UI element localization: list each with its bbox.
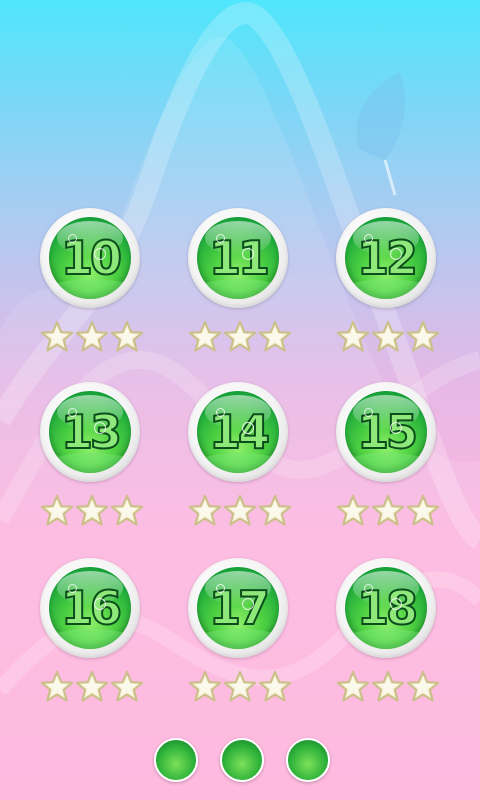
level-button-18[interactable]: 18: [336, 558, 436, 658]
star-icon: [188, 670, 222, 704]
level-number: 16: [60, 580, 123, 636]
bubble-decoration: [364, 584, 373, 593]
level-number: 18: [356, 580, 419, 636]
bubble-decoration: [216, 584, 225, 593]
bubble-decoration: [68, 234, 77, 243]
star-icon: [336, 320, 370, 354]
star-icon: [406, 494, 440, 528]
star-icon: [258, 494, 292, 528]
level-stars: [336, 494, 446, 530]
page-dot-icon[interactable]: [220, 738, 264, 782]
bubble-decoration: [94, 422, 106, 434]
star-icon: [406, 670, 440, 704]
bubble-decoration: [216, 234, 225, 243]
level-number: 13: [60, 404, 123, 460]
star-icon: [406, 320, 440, 354]
level-stars: [336, 320, 446, 356]
star-icon: [75, 320, 109, 354]
level-number: 14: [208, 404, 271, 460]
star-icon: [75, 670, 109, 704]
bubble-decoration: [390, 248, 402, 260]
leaf-decoration: [356, 72, 405, 160]
level-stars: [188, 320, 298, 356]
bubble-decoration: [94, 598, 106, 610]
bubble-decoration: [242, 598, 254, 610]
star-icon: [371, 320, 405, 354]
level-stars: [40, 494, 150, 530]
bubble-decoration: [216, 408, 225, 417]
level-button-13[interactable]: 13: [40, 382, 140, 482]
star-icon: [40, 320, 74, 354]
bubble-decoration: [364, 234, 373, 243]
star-icon: [258, 320, 292, 354]
star-icon: [188, 320, 222, 354]
page-dot-icon[interactable]: [154, 738, 198, 782]
star-icon: [371, 670, 405, 704]
level-button-11[interactable]: 11: [188, 208, 288, 308]
level-stars: [188, 670, 298, 706]
bubble-decoration: [68, 584, 77, 593]
bubble-decoration: [390, 598, 402, 610]
star-icon: [188, 494, 222, 528]
star-icon: [258, 670, 292, 704]
bubble-decoration: [94, 248, 106, 260]
level-number: 12: [356, 230, 419, 286]
star-icon: [371, 494, 405, 528]
level-stars: [40, 320, 150, 356]
star-icon: [40, 670, 74, 704]
bubble-decoration: [390, 422, 402, 434]
bubble-decoration: [68, 408, 77, 417]
star-icon: [223, 494, 257, 528]
star-icon: [223, 670, 257, 704]
level-button-16[interactable]: 16: [40, 558, 140, 658]
level-button-14[interactable]: 14: [188, 382, 288, 482]
level-number: 17: [208, 580, 271, 636]
star-icon: [110, 670, 144, 704]
level-number: 10: [60, 230, 123, 286]
star-icon: [336, 494, 370, 528]
bubble-decoration: [242, 248, 254, 260]
star-icon: [110, 494, 144, 528]
star-icon: [40, 494, 74, 528]
star-icon: [223, 320, 257, 354]
level-stars: [188, 494, 298, 530]
level-stars: [40, 670, 150, 706]
bubble-decoration: [242, 422, 254, 434]
bubble-decoration: [364, 408, 373, 417]
level-stars: [336, 670, 446, 706]
level-number: 15: [356, 404, 419, 460]
star-icon: [336, 670, 370, 704]
level-button-10[interactable]: 10: [40, 208, 140, 308]
star-icon: [110, 320, 144, 354]
level-number: 11: [208, 230, 271, 286]
page-dot-icon[interactable]: [286, 738, 330, 782]
star-icon: [75, 494, 109, 528]
level-button-15[interactable]: 15: [336, 382, 436, 482]
level-button-12[interactable]: 12: [336, 208, 436, 308]
level-button-17[interactable]: 17: [188, 558, 288, 658]
